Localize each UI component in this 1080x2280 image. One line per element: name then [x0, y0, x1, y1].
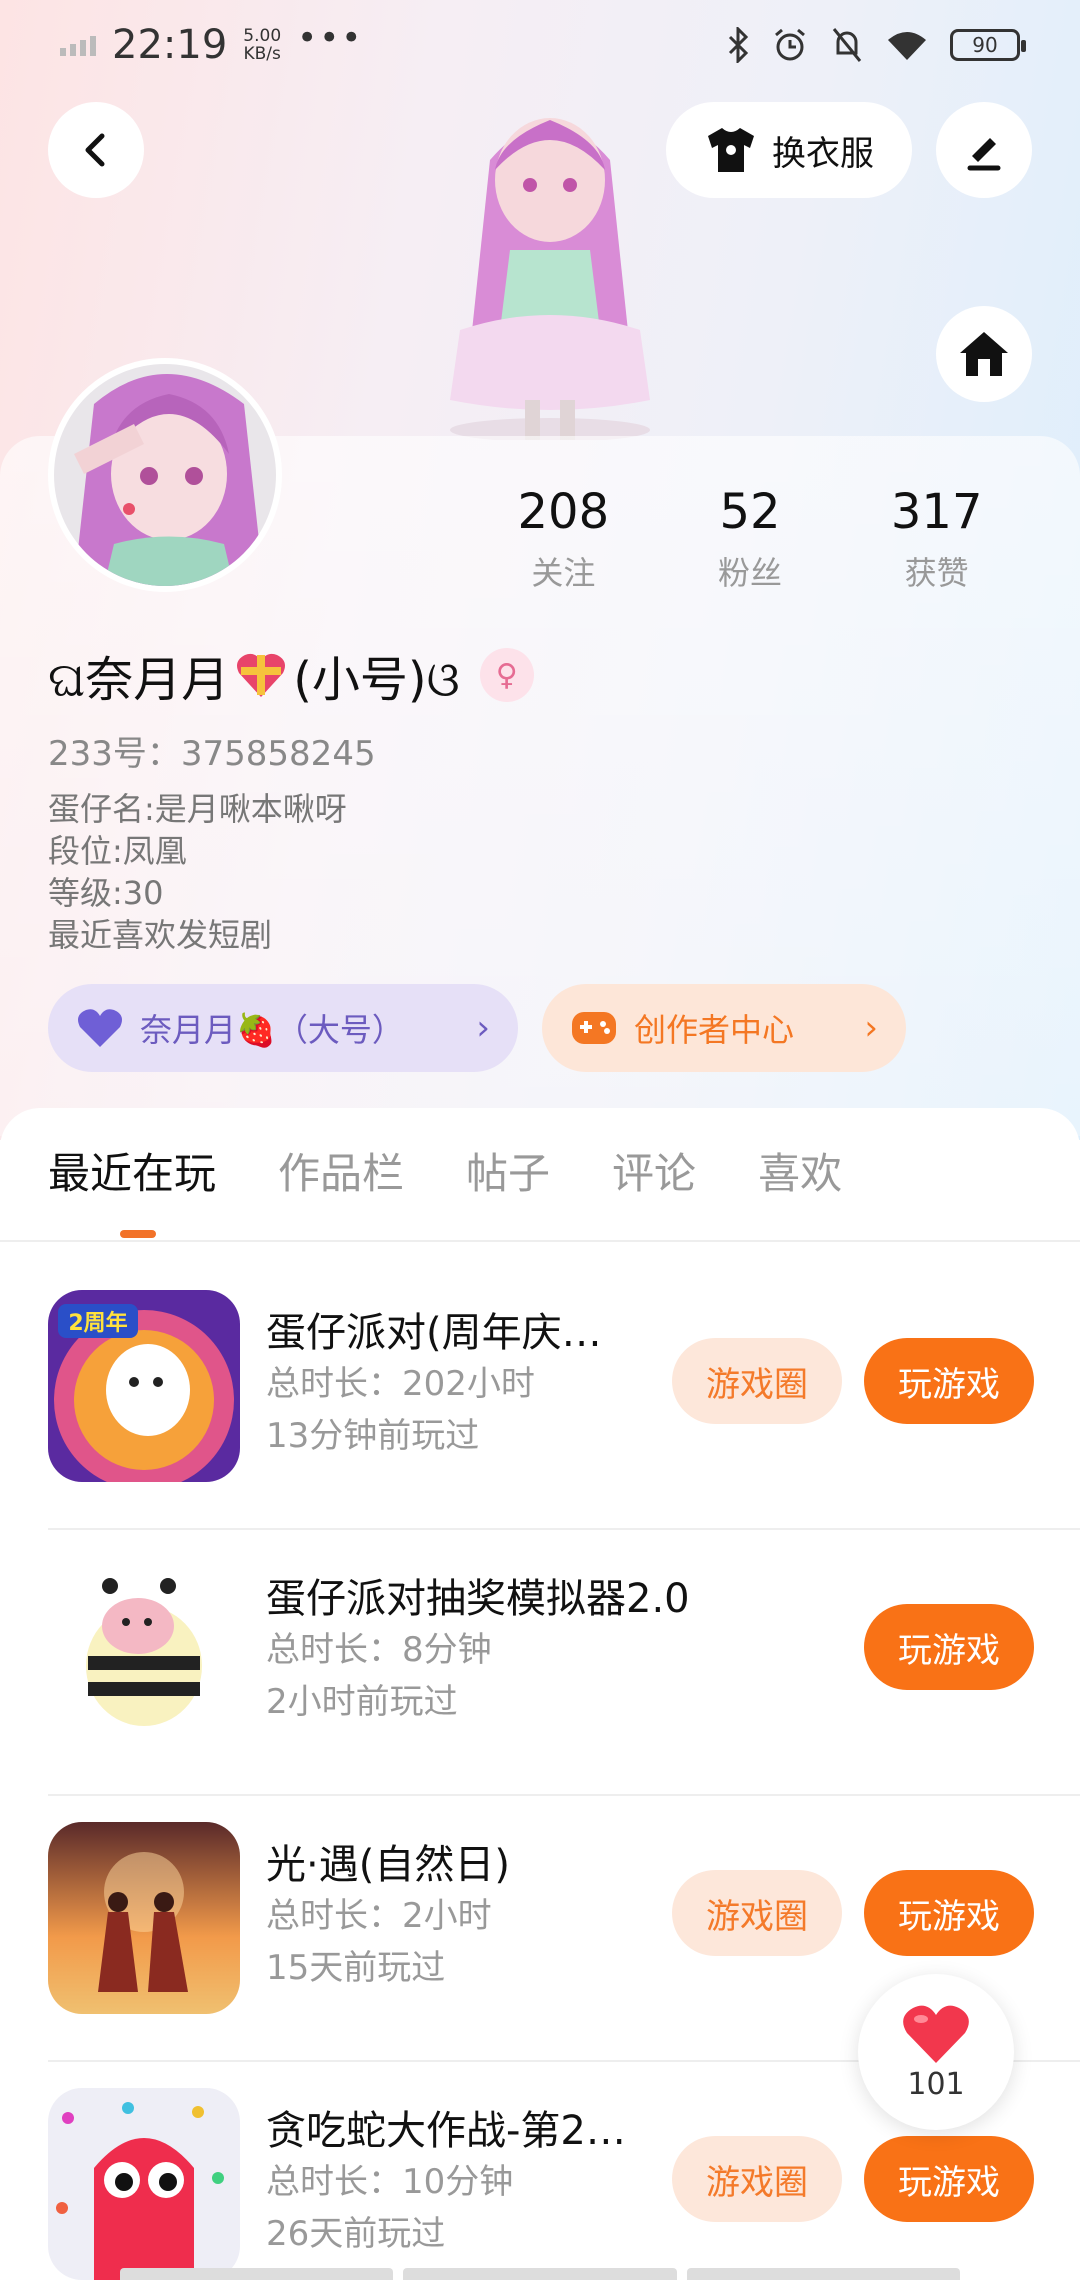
heart-gift-icon: [237, 653, 286, 697]
red-heart-icon: [903, 2005, 969, 2063]
profile-tabs: 最近在玩 作品栏 帖子 评论 喜欢: [48, 1140, 842, 1201]
active-tab-indicator: [120, 1230, 156, 1238]
followers-stat[interactable]: 52 粉丝: [657, 482, 844, 594]
game-circle-button[interactable]: 游戏圈: [672, 1870, 842, 1956]
divider: [0, 1240, 1080, 1242]
dress-up-button[interactable]: 换衣服: [666, 102, 912, 198]
status-bar: 22:19 5.00 KB/s ••• 90: [0, 0, 1080, 90]
bio: 蛋仔名:是月啾本啾呀 段位:凤凰 等级:30 最近喜欢发短剧: [48, 790, 347, 954]
bottom-indicator: [120, 2268, 960, 2280]
game-title: 蛋仔派对抽奖模拟器2.0: [266, 1576, 690, 1622]
tab-recently-played[interactable]: 最近在玩: [48, 1140, 216, 1201]
signal-icon: [60, 34, 96, 56]
game-title: 光·遇(自然日): [266, 1842, 510, 1888]
tab-comments[interactable]: 评论: [612, 1140, 696, 1201]
game-last-played: 26天前玩过: [266, 2214, 446, 2254]
mute-icon: [832, 28, 862, 62]
heart-icon: [78, 1009, 122, 1047]
game-last-played: 15天前玩过: [266, 1948, 446, 1988]
play-game-button[interactable]: 玩游戏: [864, 2136, 1034, 2222]
game-duration: 总时长：10分钟: [266, 2162, 514, 2202]
tshirt-icon: [708, 128, 754, 172]
play-game-button[interactable]: 玩游戏: [864, 1338, 1034, 1424]
more-notifications-icon: •••: [297, 18, 364, 58]
game-icon-sky: [48, 1822, 240, 2014]
character-figure-image: [450, 118, 650, 440]
play-game-button[interactable]: 玩游戏: [864, 1604, 1034, 1690]
play-game-button[interactable]: 玩游戏: [864, 1870, 1034, 1956]
svg-text:2周年: 2周年: [68, 1310, 127, 1336]
linked-account-button[interactable]: 奈月月🍓（大号） ›: [48, 984, 518, 1072]
following-stat[interactable]: 208 关注: [470, 482, 657, 594]
game-duration: 总时长：202小时: [266, 1364, 535, 1404]
edit-profile-button[interactable]: [936, 102, 1032, 198]
alarm-icon: [775, 28, 805, 61]
chevron-right-icon: ›: [476, 1008, 490, 1048]
avatar-image: [54, 364, 276, 586]
network-speed: 5.00 KB/s: [243, 26, 282, 64]
wifi-icon: [888, 32, 926, 60]
game-circle-button[interactable]: 游戏圈: [672, 1338, 842, 1424]
battery-icon: 90: [950, 29, 1026, 61]
tab-likes[interactable]: 喜欢: [758, 1140, 842, 1201]
game-row[interactable]: 2周年 蛋仔派对(周年庆… 总时长：202小时 13分钟前玩过 游戏圈 玩游戏: [48, 1264, 1080, 1530]
profile-stats: 208 关注 52 粉丝 317 获赞: [470, 482, 1030, 594]
chevron-right-icon: ›: [864, 1008, 878, 1048]
likes-stat[interactable]: 317 获赞: [843, 482, 1030, 594]
home-button[interactable]: [936, 306, 1032, 402]
game-last-played: 2小时前玩过: [266, 1682, 458, 1722]
game-icon-snake: [48, 2088, 240, 2280]
avatar[interactable]: [48, 358, 282, 592]
gamepad-icon: [572, 1012, 616, 1044]
bluetooth-icon: [728, 27, 749, 63]
status-time: 22:19: [112, 22, 228, 68]
back-button[interactable]: [48, 102, 144, 198]
edit-pen-icon: [967, 138, 1001, 171]
game-icon-lottery-simulator: [48, 1556, 240, 1748]
tab-works[interactable]: 作品栏: [278, 1140, 404, 1201]
creator-center-button[interactable]: 创作者中心 ›: [542, 984, 906, 1072]
nickname: ଘ奈月月 (小号)ଓ ♀: [48, 640, 534, 710]
game-row[interactable]: 蛋仔派对抽奖模拟器2.0 总时长：8分钟 2小时前玩过 玩游戏: [48, 1530, 1080, 1796]
floating-like-button[interactable]: 101: [858, 1974, 1014, 2130]
game-duration: 总时长：8分钟: [266, 1630, 492, 1670]
game-circle-button[interactable]: 游戏圈: [672, 2136, 842, 2222]
tab-posts[interactable]: 帖子: [466, 1140, 550, 1201]
home-icon: [960, 332, 1008, 376]
game-icon-eggy-party: 2周年: [48, 1290, 240, 1482]
dress-up-label: 换衣服: [772, 133, 874, 174]
game-duration: 总时长：2小时: [266, 1896, 492, 1936]
female-gender-icon: ♀: [479, 648, 534, 702]
game-title: 贪吃蛇大作战-第2…: [266, 2108, 626, 2154]
like-count: 101: [907, 2066, 965, 2102]
game-last-played: 13分钟前玩过: [266, 1416, 480, 1456]
game-title: 蛋仔派对(周年庆…: [266, 1310, 602, 1356]
back-arrow-icon: [85, 133, 105, 167]
user-id: 233号：375858245: [48, 734, 376, 774]
